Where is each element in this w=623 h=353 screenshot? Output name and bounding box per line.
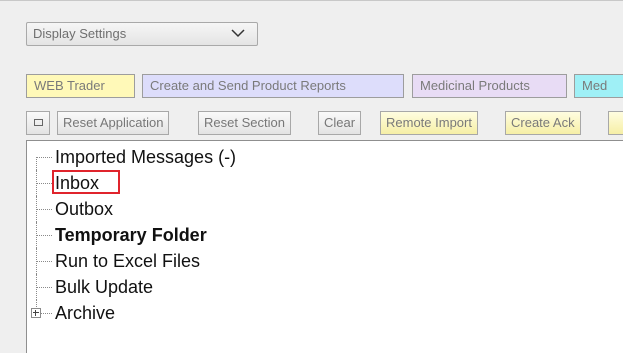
tree-connector: [36, 157, 37, 170]
reset-application-button[interactable]: Reset Application: [57, 111, 170, 135]
tree-connector: [36, 157, 52, 158]
tree-item-label: Run to Excel Files: [55, 251, 201, 271]
tab-web-trader[interactable]: WEB Trader: [26, 74, 135, 98]
reset-section-button[interactable]: Reset Section: [198, 111, 291, 135]
create-ack-button[interactable]: Create Ack: [505, 111, 581, 135]
more-button[interactable]: [608, 111, 623, 135]
tree-item-label: Outbox: [55, 199, 114, 219]
tab-create-send-product-reports[interactable]: Create and Send Product Reports: [142, 74, 404, 98]
clear-button[interactable]: Clear: [318, 111, 362, 135]
tab-label: WEB Trader: [34, 78, 105, 93]
folder-tree: Imported Messages (-) Inbox Outbox Tempo…: [26, 140, 623, 353]
tab-medicinal-products[interactable]: Medicinal Products: [412, 74, 567, 98]
highlight-box: [52, 170, 120, 194]
tree-item-label: Archive: [55, 303, 116, 323]
display-settings-select[interactable]: Display Settings: [26, 22, 258, 46]
tree-item-label: Imported Messages (-): [55, 147, 237, 167]
tab-med[interactable]: Med: [574, 74, 623, 98]
square-icon: [34, 119, 43, 126]
chevron-down-icon: [231, 29, 245, 38]
collapse-all-button[interactable]: [26, 111, 50, 135]
tab-label: Medicinal Products: [420, 78, 530, 93]
tab-label: Med: [582, 78, 608, 93]
tab-label: Create and Send Product Reports: [150, 78, 346, 93]
display-settings-label: Display Settings: [33, 26, 127, 41]
tree-connector: [36, 209, 52, 210]
remote-import-button[interactable]: Remote Import: [380, 111, 478, 135]
tree-item-label: Bulk Update: [55, 277, 154, 297]
tree-connector: [36, 235, 52, 236]
tree-item-label-wrap: Inbox: [52, 170, 120, 196]
tree-connector: [36, 183, 52, 184]
tree-item-label: Temporary Folder: [55, 225, 207, 245]
tree-connector: [36, 261, 52, 262]
tree-connector: [36, 287, 52, 288]
app-panel: Display Settings WEB Trader Create and S…: [0, 0, 623, 353]
expand-plus-icon[interactable]: [31, 308, 41, 318]
